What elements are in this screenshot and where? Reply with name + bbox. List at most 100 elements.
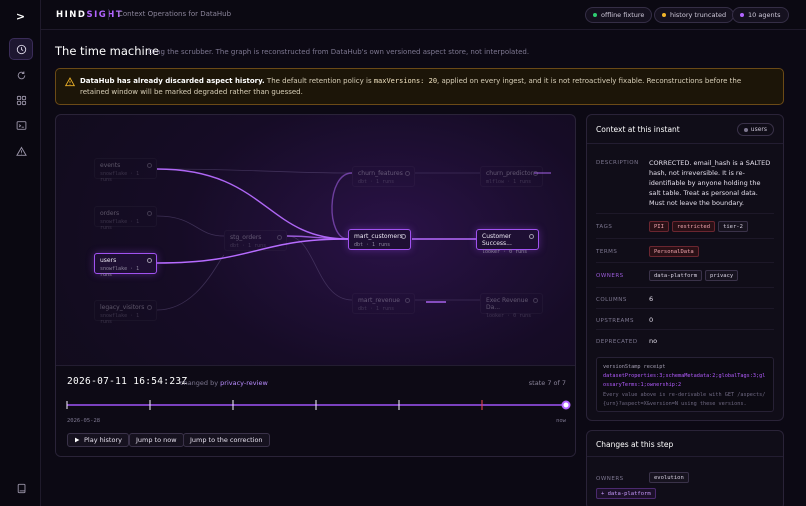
node-meta: dbt · 1 runs <box>354 242 391 248</box>
graph-node-users[interactable]: users snowflake · 1 runs <box>94 253 157 278</box>
timeline-end-label: now <box>556 418 566 424</box>
tags-list: PII restricted tier-2 <box>649 221 751 232</box>
node-meta: snowflake · 1 runs <box>100 266 140 278</box>
timeline-timestamp: 2026-07-11 16:54:23Z <box>67 376 188 387</box>
button-label: Jump to the correction <box>190 436 263 444</box>
node-status-icon <box>529 234 534 239</box>
entity-dot-icon <box>743 127 748 132</box>
node-status-icon <box>277 235 282 240</box>
refresh-nav-button[interactable] <box>9 64 33 86</box>
description-value: CORRECTED. email_hash is a SALTED hash, … <box>649 159 771 207</box>
node-status-icon <box>405 171 410 176</box>
added-owner-tag[interactable]: + data-platform <box>596 488 656 499</box>
node-meta: dbt · 1 runs <box>358 179 395 185</box>
node-status-icon <box>147 305 152 310</box>
node-status-icon <box>147 163 152 168</box>
changed-by-prefix: changed by <box>180 379 219 387</box>
timeline-scrubber[interactable] <box>56 396 576 416</box>
node-name: mart_revenue <box>358 297 400 304</box>
entity-name: users <box>750 126 767 133</box>
term-personal-data[interactable]: PersonalData <box>649 246 699 257</box>
tag-restricted[interactable]: restricted <box>671 221 716 232</box>
graph-node-mart-customers[interactable]: mart_customersdbt · 1 runs <box>348 229 411 250</box>
docs-nav-button[interactable] <box>9 477 33 499</box>
graph-node-mart-revenue[interactable]: mart_revenuedbt · 1 runs <box>352 293 415 314</box>
changes-title: Changes at this step <box>596 440 674 449</box>
terms-label: TERMS <box>596 249 618 255</box>
graph-node-events[interactable]: events snowflake · 1 runs <box>94 158 157 183</box>
changed-by-label: changed by privacy-review <box>180 379 268 387</box>
status-dot-icon <box>593 13 597 17</box>
button-label: Jump to now <box>136 436 177 444</box>
columns-value: 6 <box>649 295 654 303</box>
receipt-stamp[interactable]: datasetProperties:3;schemaMetadata:2;glo… <box>603 372 767 390</box>
status-dot-icon <box>662 13 666 17</box>
graph-node-churn-predictor[interactable]: churn_predictormlflow · 1 runs <box>480 166 543 187</box>
graph-node-churn-features[interactable]: churn_featuresdbt · 1 runs <box>352 166 415 187</box>
graph-node-stg-orders[interactable]: stg_orders dbt · 1 runs <box>224 230 287 251</box>
changed-by-user[interactable]: privacy-review <box>220 379 268 387</box>
node-status-icon <box>147 258 152 263</box>
terminal-icon <box>16 120 26 130</box>
pill-label: history truncated <box>670 11 727 19</box>
owner-privacy[interactable]: privacy <box>705 270 739 281</box>
entity-pill[interactable]: users <box>736 123 774 136</box>
context-panel: Context at this instant users DESCRIPTIO… <box>586 114 784 421</box>
changes-panel: Changes at this step OWNERS evolution + … <box>586 430 784 506</box>
jump-to-now-button[interactable]: Jump to now <box>129 433 184 447</box>
scrubber-handle[interactable] <box>561 400 571 410</box>
node-status-icon <box>533 171 538 176</box>
node-name: legacy_visitors <box>100 304 145 311</box>
node-meta: dbt · 1 runs <box>358 306 395 312</box>
edge-stg-mart-revenue <box>286 235 353 301</box>
edge-orders-stg <box>156 215 225 237</box>
node-meta: mlflow · 1 runs <box>486 179 532 185</box>
owner-data-platform[interactable]: data-platform <box>649 270 703 281</box>
lineage-graph-panel[interactable]: events snowflake · 1 runs orders snowflake… <box>55 114 576 457</box>
columns-row: COLUMNS 6 <box>596 288 774 309</box>
warning-code: maxVersions: 20 <box>373 77 438 85</box>
history-truncated-pill[interactable]: history truncated <box>654 7 735 23</box>
offline-fixture-pill[interactable]: offline fixture <box>585 7 653 23</box>
pill-label: offline fixture <box>601 11 645 19</box>
changes-divider <box>587 456 783 457</box>
clock-icon <box>16 44 26 54</box>
node-name: Exec Revenue Da... <box>486 297 529 311</box>
jump-to-correction-button[interactable]: Jump to the correction <box>183 433 270 447</box>
context-title: Context at this instant <box>596 125 680 134</box>
node-name: churn_predictor <box>486 170 534 177</box>
receipt-title: versionStamp receipt <box>603 364 666 370</box>
tags-label: TAGS <box>596 224 613 230</box>
changes-owners-label: OWNERS <box>596 476 624 482</box>
time-machine-nav-button[interactable] <box>9 38 33 60</box>
book-icon <box>17 483 25 493</box>
alerts-nav-button[interactable] <box>9 140 33 162</box>
state-counter: state 7 of 7 <box>528 379 566 387</box>
grid-nav-button[interactable] <box>9 89 33 111</box>
graph-node-legacy-visitors[interactable]: legacy_visitors snowflake · 1 runs <box>94 300 157 325</box>
removed-owner-tag[interactable]: evolution <box>649 472 689 483</box>
node-status-icon <box>405 298 410 303</box>
description-row: DESCRIPTION CORRECTED. email_hash is a S… <box>596 152 774 214</box>
receipt-note: Every value above is re-derivable with G… <box>603 391 766 407</box>
node-name: mart_customers <box>354 233 403 240</box>
terminal-nav-button[interactable] <box>9 114 33 136</box>
node-status-icon <box>147 211 152 216</box>
node-status-icon <box>533 298 538 303</box>
agents-pill[interactable]: 10 agents <box>732 7 789 23</box>
deprecated-label: DEPRECATED <box>596 339 638 345</box>
tag-pii[interactable]: PII <box>649 221 669 232</box>
page-subtitle: Drag the scrubber. The graph is reconstr… <box>148 48 530 56</box>
sidebar: > <box>0 0 41 506</box>
graph-node-exec-revenue[interactable]: Exec Revenue Da... looker · 0 runs <box>480 293 543 319</box>
graph-node-customer-success[interactable]: Customer Success... looker · 0 runs <box>476 229 539 255</box>
graph-node-orders[interactable]: orders snowflake · 1 runs <box>94 206 157 231</box>
play-history-button[interactable]: Play history <box>67 433 129 447</box>
owners-row: OWNERS data-platform privacy <box>596 263 774 288</box>
deprecated-row: DEPRECATED no <box>596 330 774 351</box>
node-meta: snowflake · 1 runs <box>100 219 140 231</box>
tag-tier-2[interactable]: tier-2 <box>718 221 748 232</box>
app-logo-icon[interactable]: > <box>14 10 27 23</box>
node-name: churn_features <box>358 170 403 177</box>
brand-wordmark[interactable]: HINDSIGHT <box>56 10 123 20</box>
